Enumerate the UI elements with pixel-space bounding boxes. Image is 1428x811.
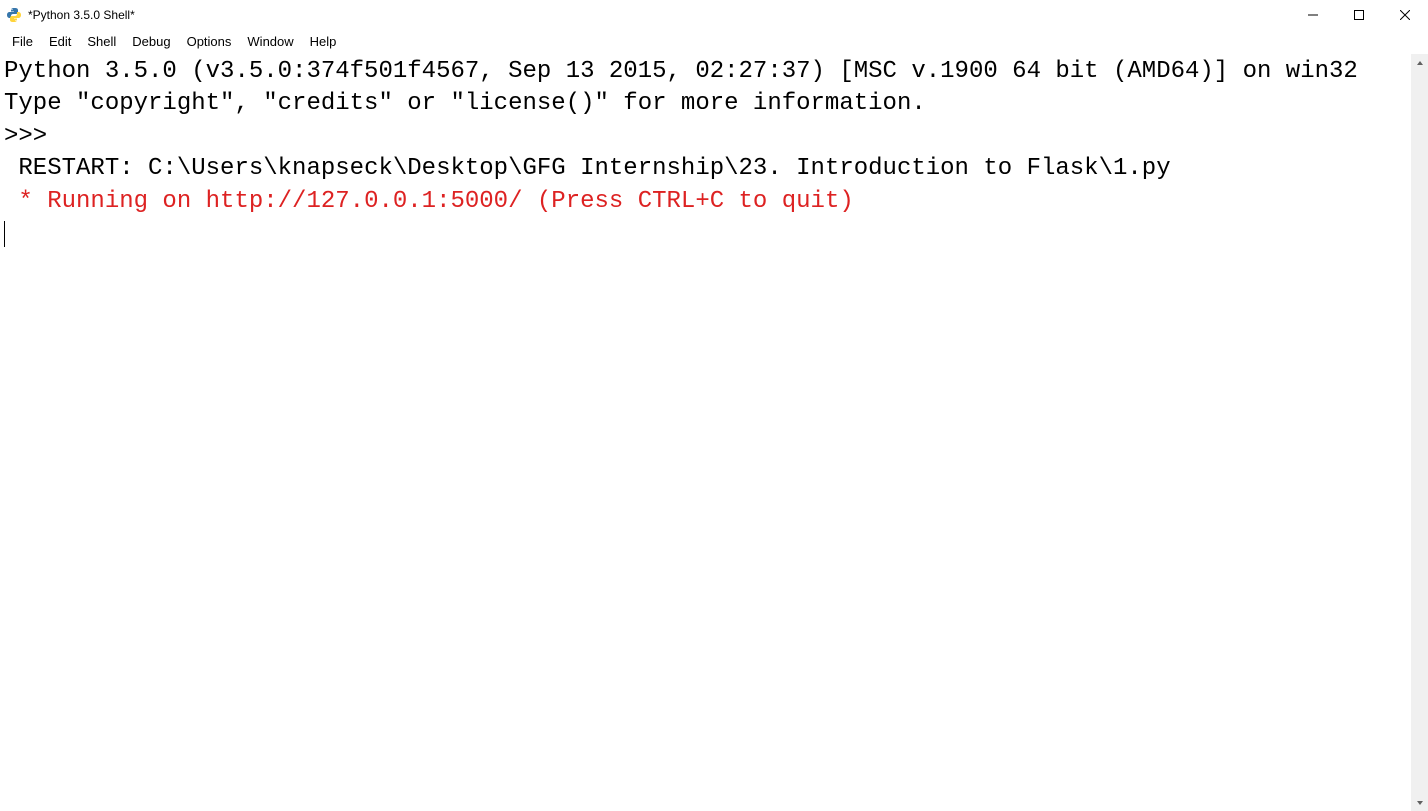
close-button[interactable]	[1382, 0, 1428, 30]
titlebar-left: *Python 3.5.0 Shell*	[6, 7, 135, 23]
menu-debug[interactable]: Debug	[124, 31, 178, 52]
info-line: Type "copyright", "credits" or "license(…	[4, 90, 926, 117]
maximize-button[interactable]	[1336, 0, 1382, 30]
window-controls	[1290, 0, 1428, 30]
menu-window[interactable]: Window	[239, 31, 301, 52]
prompt: >>>	[4, 123, 62, 150]
menu-file[interactable]: File	[4, 31, 41, 52]
menubar: File Edit Shell Debug Options Window Hel…	[0, 30, 1428, 54]
menu-options[interactable]: Options	[179, 31, 240, 52]
shell-output[interactable]: Python 3.5.0 (v3.5.0:374f501f4567, Sep 1…	[0, 54, 1411, 811]
menu-help[interactable]: Help	[302, 31, 345, 52]
running-line: * Running on http://127.0.0.1:5000/ (Pre…	[4, 188, 854, 215]
minimize-button[interactable]	[1290, 0, 1336, 30]
menu-shell[interactable]: Shell	[79, 31, 124, 52]
scroll-track[interactable]	[1411, 71, 1428, 794]
restart-line: RESTART: C:\Users\knapseck\Desktop\GFG I…	[4, 155, 1185, 182]
version-line: Python 3.5.0 (v3.5.0:374f501f4567, Sep 1…	[4, 58, 1358, 85]
content-wrapper: Python 3.5.0 (v3.5.0:374f501f4567, Sep 1…	[0, 54, 1428, 811]
text-cursor	[4, 221, 5, 247]
scroll-down-arrow-icon[interactable]	[1411, 794, 1428, 811]
vertical-scrollbar[interactable]	[1411, 54, 1428, 811]
scroll-up-arrow-icon[interactable]	[1411, 54, 1428, 71]
window-title: *Python 3.5.0 Shell*	[28, 8, 135, 22]
titlebar: *Python 3.5.0 Shell*	[0, 0, 1428, 30]
python-icon	[6, 7, 22, 23]
menu-edit[interactable]: Edit	[41, 31, 79, 52]
